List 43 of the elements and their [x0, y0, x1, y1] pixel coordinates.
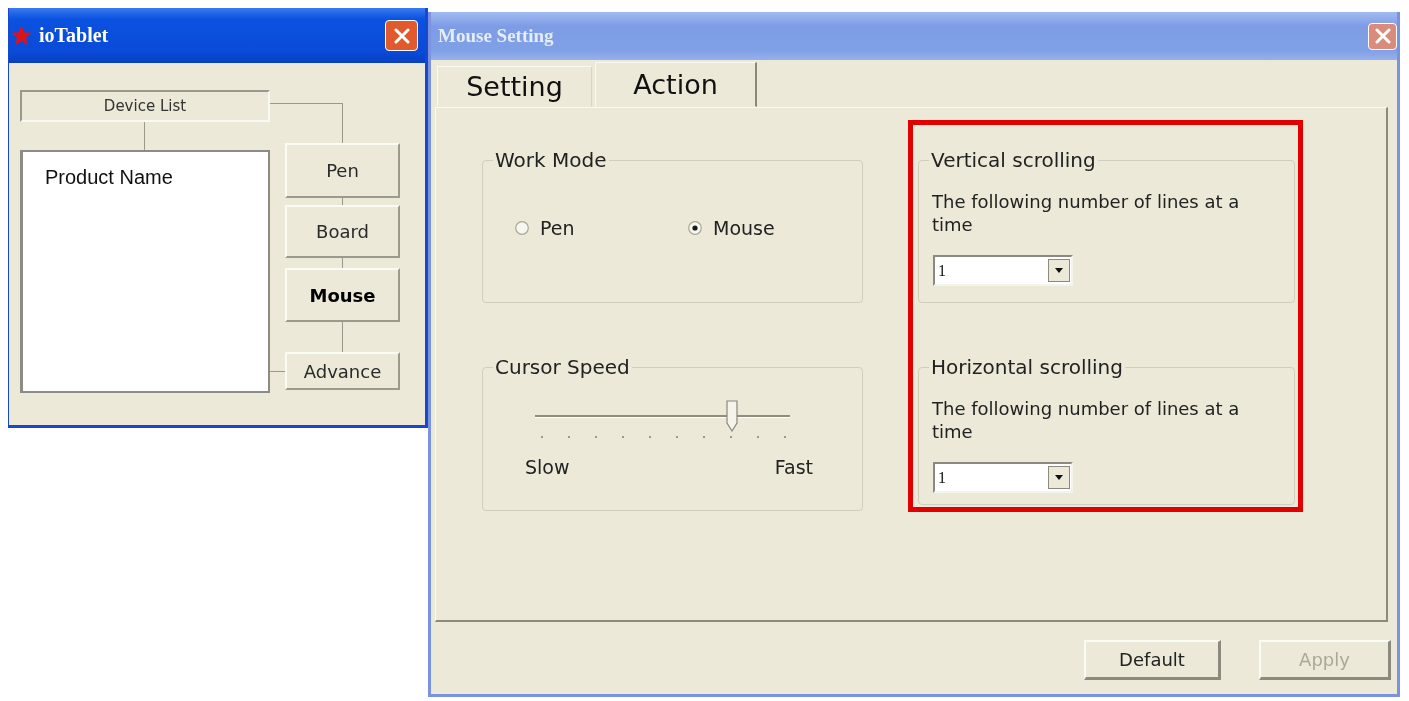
- tick-mark: [568, 436, 570, 438]
- tick-mark: [757, 436, 759, 438]
- tick-mark: [595, 436, 597, 438]
- radio-option[interactable]: Pen: [515, 217, 688, 239]
- connector-line: [144, 122, 145, 150]
- tick-mark: [730, 436, 732, 438]
- close-icon: [393, 27, 410, 44]
- list-header: Device List: [20, 90, 270, 122]
- slider-track[interactable]: [535, 400, 790, 432]
- nav-button[interactable]: Mouse: [285, 268, 400, 322]
- caret-icon: [1048, 466, 1070, 489]
- nav-button[interactable]: Pen: [285, 143, 400, 198]
- window-title: ioTablet: [39, 24, 110, 47]
- tick-mark: [784, 436, 786, 438]
- tick-mark: [676, 436, 678, 438]
- group-label: Cursor Speed: [494, 355, 631, 379]
- window-title: Mouse Setting: [438, 25, 555, 47]
- close-button[interactable]: [385, 20, 418, 51]
- connector-line: [342, 198, 343, 205]
- connector-line: [342, 322, 343, 352]
- slider-thumb[interactable]: [725, 400, 738, 432]
- dropdown-field[interactable]: 1: [933, 255, 1073, 286]
- close-icon: [1374, 28, 1391, 44]
- connector-line: [270, 370, 285, 372]
- tick-mark: [703, 436, 705, 438]
- group-label: Vertical scrolling: [930, 148, 1097, 172]
- star-icon: [10, 24, 33, 47]
- list-item[interactable]: Product Name: [45, 166, 173, 189]
- tick-mark: [649, 436, 651, 438]
- dropdown-field[interactable]: 1: [933, 462, 1073, 493]
- tick-mark: [541, 436, 543, 438]
- group-label: Horizontal scrolling: [930, 355, 1124, 379]
- description-text: The following number of lines at a time: [932, 190, 1241, 236]
- group-label: Work Mode: [494, 148, 608, 172]
- range-label: Slow: [525, 456, 570, 478]
- description-text: The following number of lines at a time: [932, 397, 1241, 443]
- caret-icon: [1048, 259, 1070, 282]
- nav-button[interactable]: Board: [285, 205, 400, 258]
- nav-button[interactable]: Advance: [285, 352, 400, 390]
- range-label: Fast: [774, 456, 813, 478]
- connector-line: [342, 258, 343, 268]
- radio-option[interactable]: Mouse: [688, 217, 861, 239]
- tick-mark: [622, 436, 624, 438]
